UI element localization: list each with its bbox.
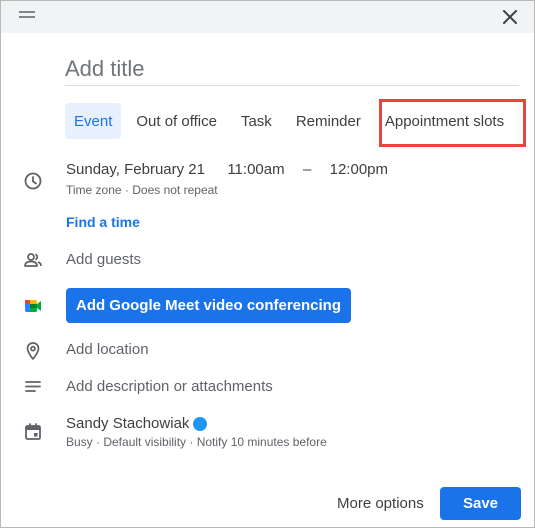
close-icon[interactable] [500,7,520,27]
location-pin-icon [23,341,43,361]
tab-event[interactable]: Event [65,103,122,139]
clock-icon [23,171,43,191]
event-start-time[interactable]: 11:00am [227,161,284,178]
calendar-color-dot[interactable] [193,417,207,431]
add-description-field[interactable]: Add description or attachments [66,378,273,395]
add-google-meet-button[interactable]: Add Google Meet video conferencing [66,288,351,323]
add-location-field[interactable]: Add location [66,341,149,358]
notes-icon [23,377,43,397]
save-button[interactable]: Save [440,487,521,520]
calendar-owner-name[interactable]: Sandy Stachowiak [66,415,189,432]
tab-task[interactable]: Task [232,103,281,139]
tab-out-of-office[interactable]: Out of office [127,103,226,139]
event-datetime[interactable]: Sunday, February 21 11:00am – 12:00pm [66,161,388,178]
event-date[interactable]: Sunday, February 21 [66,161,205,178]
add-guests-field[interactable]: Add guests [66,251,141,268]
calendar-details[interactable]: Busy · Default visibility · Notify 10 mi… [66,435,327,449]
title-input[interactable] [65,53,519,86]
appointment-slots-highlight [379,99,526,147]
people-icon [23,250,43,270]
dialog-header[interactable] [1,1,534,33]
time-separator: – [302,161,312,178]
timezone-repeat-details[interactable]: Time zone · Does not repeat [66,183,218,197]
more-options-button[interactable]: More options [323,485,438,521]
google-meet-icon [23,296,43,316]
drag-handle-icon[interactable] [19,11,35,21]
event-end-time[interactable]: 12:00pm [330,161,388,178]
calendar-icon [23,422,43,442]
tab-reminder[interactable]: Reminder [287,103,370,139]
event-dialog: Event Out of office Task Reminder Appoin… [0,0,535,528]
find-a-time-link[interactable]: Find a time [66,214,140,230]
